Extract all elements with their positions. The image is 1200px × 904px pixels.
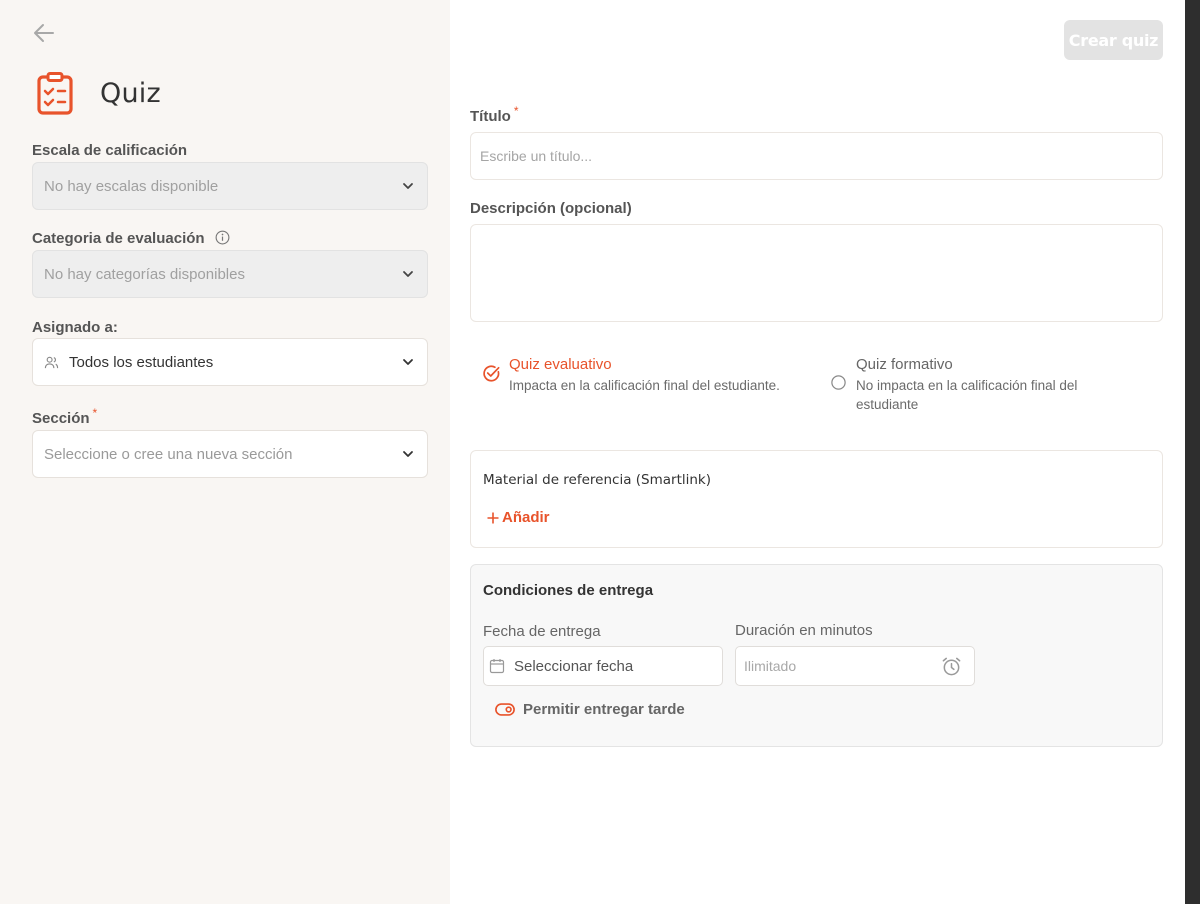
duration-label: Duración en minutos: [735, 622, 873, 639]
chevron-down-icon: [403, 359, 413, 365]
quiz-type-formative-option[interactable]: Quiz formativo No impacta en la califica…: [830, 356, 1077, 414]
add-reference-button[interactable]: Añadir: [487, 509, 550, 526]
evaluative-title: Quiz evaluativo: [509, 356, 612, 373]
assigned-to-select[interactable]: Todos los estudiantes: [32, 338, 428, 386]
radio-unchecked-icon: [831, 375, 846, 390]
section-select[interactable]: Seleccione o cree una nueva sección: [32, 430, 428, 478]
chevron-down-icon: [403, 183, 413, 189]
clipboard-check-icon: [37, 72, 73, 115]
title-label: Título: [470, 108, 511, 125]
grading-scale-select[interactable]: No hay escalas disponible: [32, 162, 428, 210]
section-label: Sección: [32, 410, 90, 427]
description-label: Descripción (opcional): [470, 200, 632, 217]
title-input[interactable]: Escribe un título...: [470, 132, 1163, 180]
quiz-form: Crear quiz Título * Escribe un título... …: [450, 0, 1185, 904]
toggle-icon[interactable]: [495, 703, 515, 716]
assigned-to-label: Asignado a:: [32, 319, 118, 336]
delivery-date-input[interactable]: Seleccionar fecha: [483, 646, 723, 686]
chevron-down-icon: [403, 271, 413, 277]
formative-title: Quiz formativo: [856, 356, 953, 373]
late-delivery-label: Permitir entregar tarde: [523, 701, 685, 718]
duration-input[interactable]: Ilimitado: [735, 646, 975, 686]
evaluation-category-label-row: Categoria de evaluación: [32, 230, 230, 247]
back-arrow-icon[interactable]: [32, 22, 56, 44]
calendar-icon: [489, 659, 505, 674]
users-icon: [44, 356, 59, 368]
check-circle-icon: [483, 365, 500, 382]
add-reference-label: Añadir: [502, 509, 550, 526]
chevron-down-icon: [403, 451, 413, 457]
description-textarea[interactable]: [470, 224, 1163, 322]
section-label-row: Sección *: [32, 406, 97, 427]
evaluation-category-select[interactable]: No hay categorías disponibles: [32, 250, 428, 298]
info-icon[interactable]: [215, 230, 230, 245]
window-scrollbar[interactable]: [1185, 0, 1200, 904]
required-asterisk: *: [92, 406, 98, 420]
title-placeholder: Escribe un título...: [480, 148, 593, 164]
quiz-type-evaluative-option[interactable]: Quiz evaluativo Impacta en la calificaci…: [482, 356, 780, 395]
delivery-conditions-title: Condiciones de entrega: [483, 582, 654, 599]
delivery-conditions-card: Condiciones de entrega Fecha de entrega …: [470, 564, 1163, 747]
reference-material-title: Material de referencia (Smartlink): [483, 472, 712, 488]
formative-desc-line1: No impacta en la calificación final del: [856, 378, 1078, 393]
required-asterisk: *: [513, 104, 519, 118]
settings-sidebar: Quiz Escala de calificación No hay escal…: [0, 0, 450, 904]
section-placeholder: Seleccione o cree una nueva sección: [44, 445, 293, 463]
evaluation-category-value: No hay categorías disponibles: [44, 265, 245, 283]
late-delivery-toggle-row[interactable]: Permitir entregar tarde: [495, 701, 685, 718]
alarm-clock-icon: [942, 657, 961, 675]
formative-desc-line2: estudiante: [856, 397, 919, 412]
delivery-date-placeholder: Seleccionar fecha: [514, 657, 634, 675]
page-title: Quiz: [100, 78, 161, 109]
formative-desc: No impacta en la calificación final del …: [856, 376, 1077, 414]
grading-scale-value: No hay escalas disponible: [44, 177, 219, 195]
evaluation-category-label: Categoria de evaluación: [32, 230, 205, 247]
assigned-to-value: Todos los estudiantes: [69, 353, 214, 371]
grading-scale-label: Escala de calificación: [32, 142, 188, 159]
plus-icon: [487, 512, 499, 523]
reference-material-card: Material de referencia (Smartlink) Añadi…: [470, 450, 1163, 548]
duration-placeholder: Ilimitado: [744, 658, 797, 674]
title-label-row: Título *: [470, 104, 519, 125]
evaluative-desc: Impacta en la calificación final del est…: [509, 378, 780, 393]
delivery-date-label: Fecha de entrega: [483, 623, 601, 640]
create-quiz-button[interactable]: Crear quiz: [1064, 20, 1163, 60]
